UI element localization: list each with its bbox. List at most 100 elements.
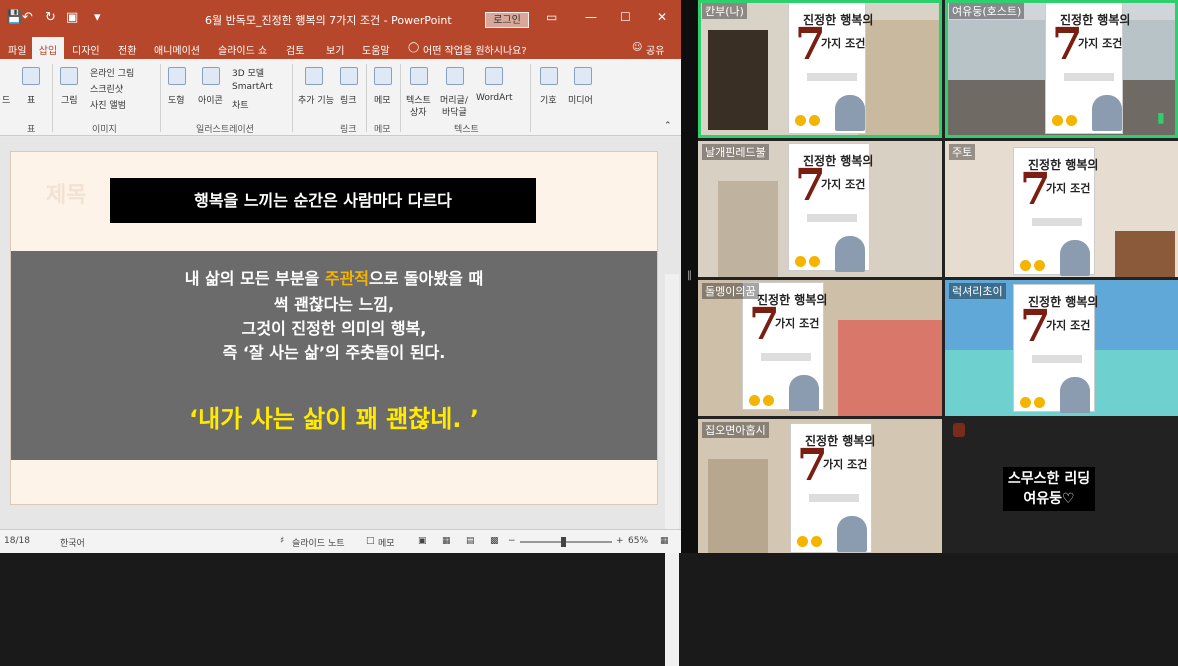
redo-icon[interactable]: ↻: [45, 10, 56, 25]
zoom-level[interactable]: 65%: [628, 536, 648, 546]
slide-sorter-icon[interactable]: ▦: [442, 536, 451, 546]
zoom-in-button[interactable]: +: [616, 536, 624, 546]
tab-file[interactable]: 파일: [8, 42, 26, 57]
document-title: 6월 반독모_진정한 행복의 7가지 조건 - PowerPoint: [205, 14, 452, 27]
photo-album-button[interactable]: 사진 앨범: [90, 98, 126, 111]
zoom-out-button[interactable]: −: [508, 536, 516, 546]
online-pictures-button[interactable]: 온라인 그림: [90, 66, 134, 79]
symbols-button[interactable]: 기호: [540, 93, 557, 106]
tab-insert[interactable]: 삽입: [32, 37, 64, 59]
shapes-button[interactable]: 도형: [168, 93, 185, 106]
book-cover: 진정한 행복의 7 가지 조건: [788, 2, 873, 134]
video-tile[interactable]: 진정한 행복의 7 가지 조건 럭셔리초이: [945, 280, 1178, 416]
ribbon: 드 표 표 그림 온라인 그림 스크린샷 사진 앨범 이미지 도형 아이콘 3D…: [0, 59, 681, 136]
maximize-icon[interactable]: ☐: [620, 10, 631, 24]
participant-name: 날개핀레드불: [702, 144, 769, 160]
pictures-button[interactable]: 그림: [61, 93, 78, 106]
window-splitter[interactable]: ‖: [681, 0, 698, 553]
participant-name: 돌멩이의꿈: [702, 283, 759, 299]
table-button[interactable]: 표: [27, 93, 35, 106]
symbol-icon[interactable]: [540, 67, 558, 85]
minimize-icon[interactable]: —: [585, 10, 597, 24]
tab-transitions[interactable]: 전환: [118, 42, 136, 57]
media-button[interactable]: 미디어: [568, 93, 593, 106]
chart-button[interactable]: 차트: [232, 98, 249, 111]
screenshot-button[interactable]: 스크린샷: [90, 82, 123, 95]
notes-button[interactable]: 슬라이드 노트: [292, 536, 345, 549]
tab-animations[interactable]: 애니메이션: [154, 42, 200, 57]
icons-button[interactable]: 아이콘: [198, 93, 223, 106]
video-tile[interactable]: 진정한 행복의 7 가지 조건 여유둥(호스트) ▮: [945, 0, 1178, 138]
comment-button[interactable]: 메모: [374, 93, 391, 106]
smartart-button[interactable]: SmartArt: [232, 82, 273, 92]
textbox-icon[interactable]: [410, 67, 428, 85]
comment-icon[interactable]: [374, 67, 392, 85]
notes-icon[interactable]: ♯: [280, 536, 284, 546]
group-images: 이미지: [92, 125, 117, 135]
undo-icon[interactable]: ↶: [22, 10, 33, 25]
group-comments: 메모: [374, 125, 391, 135]
wordart-icon[interactable]: [485, 67, 503, 85]
login-button[interactable]: 로그인: [485, 12, 529, 28]
audio-level-icon: ▮: [1157, 110, 1165, 126]
group-links: 링크: [340, 125, 357, 135]
pictures-icon[interactable]: [60, 67, 78, 85]
fit-to-window-icon[interactable]: ▦: [660, 536, 669, 546]
tab-review[interactable]: 검토: [286, 42, 304, 57]
zoom-slider-handle[interactable]: [561, 537, 566, 547]
tab-design[interactable]: 디자인: [72, 42, 100, 57]
icons-icon[interactable]: [202, 67, 220, 85]
collapse-ribbon-icon[interactable]: ⌃: [664, 121, 672, 131]
slide-canvas[interactable]: 제목 행복을 느끼는 순간은 사람마다 다르다 내 삶의 모든 부분을 주관적으…: [10, 151, 658, 505]
person-icon: ☺: [632, 42, 643, 53]
present-icon[interactable]: ▣: [66, 10, 78, 25]
author-photo: [835, 95, 865, 131]
header-footer-icon[interactable]: [446, 67, 464, 85]
author-photo: [1060, 377, 1090, 413]
vertical-scrollbar[interactable]: [665, 274, 679, 666]
tab-help[interactable]: 도움말: [362, 42, 390, 57]
slideshow-icon[interactable]: ▩: [490, 536, 499, 546]
media-icon[interactable]: [574, 67, 592, 85]
group-table: 표: [27, 125, 36, 135]
normal-view-icon[interactable]: ▣: [418, 536, 427, 546]
link-icon[interactable]: [340, 67, 358, 85]
reaction-icon: [953, 423, 965, 437]
participant-name: 집오면아홉시: [702, 422, 769, 438]
link-button[interactable]: 링크: [340, 93, 357, 106]
book-cover: 진정한 행복의 7 가지 조건: [788, 143, 873, 272]
caption-line-1: 스무스한 리딩: [1007, 471, 1091, 487]
video-tile[interactable]: 진정한 행복의 7 가지 조건 날개핀레드불: [698, 141, 942, 277]
comments-button[interactable]: 메모: [378, 536, 395, 549]
customize-dropdown-icon[interactable]: ▾: [94, 10, 101, 25]
book-cover: 진정한 행복의 7 가지 조건: [1013, 284, 1098, 413]
author-photo: [1092, 95, 1122, 131]
comments-icon[interactable]: □: [366, 536, 375, 546]
ribbon-display-icon[interactable]: ▭: [546, 10, 557, 24]
video-tile[interactable]: 진정한 행복의 7 가지 조건 주토: [945, 141, 1178, 277]
reading-view-icon[interactable]: ▤: [466, 536, 475, 546]
status-bar: 18/18 한국어 ♯ 슬라이드 노트 □ 메모 ▣ ▦ ▤ ▩ − + 65%…: [0, 529, 681, 553]
3d-models-button[interactable]: 3D 모델: [232, 66, 264, 79]
video-tile[interactable]: 진정한 행복의 7 가지 조건 돌멩이의꿈: [698, 280, 942, 416]
zoom-slider[interactable]: [520, 541, 612, 543]
share-button[interactable]: 공유: [646, 42, 664, 57]
slide-button-label[interactable]: 드: [2, 93, 10, 106]
video-gallery: 진정한 행복의 7 가지 조건 칸부(나) 진정한 행복의 7 가지 조건 여유…: [698, 0, 1178, 553]
video-tile[interactable]: 진정한 행복의 7 가지 조건 집오면아홉시: [698, 419, 942, 553]
language-indicator[interactable]: 한국어: [60, 536, 85, 549]
book-cover: 진정한 행복의 7 가지 조건: [1045, 2, 1130, 134]
wordart-button[interactable]: WordArt: [476, 93, 513, 103]
participant-name: 여유둥(호스트): [949, 3, 1025, 19]
tab-slideshow[interactable]: 슬라이드 쇼: [218, 42, 267, 57]
tab-view[interactable]: 보기: [326, 42, 344, 57]
addins-button[interactable]: 추가 기능: [298, 93, 334, 106]
shapes-icon[interactable]: [168, 67, 186, 85]
addins-icon[interactable]: [305, 67, 323, 85]
video-tile[interactable]: 진정한 행복의 7 가지 조건 칸부(나): [698, 0, 942, 138]
table-icon[interactable]: [22, 67, 40, 85]
tell-me-search[interactable]: 어떤 작업을 원하시나요?: [423, 42, 527, 57]
title-bar: 💾 ↶ ↻ ▣ ▾ 6월 반독모_진정한 행복의 7가지 조건 - PowerP…: [0, 0, 681, 37]
save-icon[interactable]: 💾: [6, 10, 22, 25]
close-icon[interactable]: ✕: [657, 10, 667, 24]
